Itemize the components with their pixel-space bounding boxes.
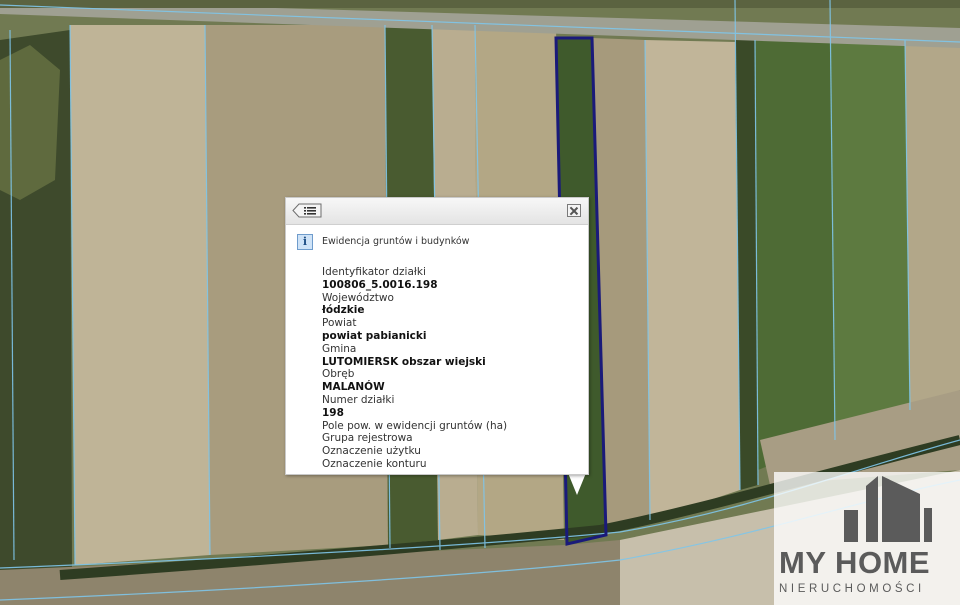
- attribute-value: powiat pabianicki: [322, 329, 427, 342]
- attribute-label: Oznaczenie użytku: [322, 445, 421, 458]
- popup-header: [286, 198, 588, 225]
- attribute-value: 100806_5.0016.198: [322, 278, 438, 291]
- attribute-value: MALANÓW: [322, 381, 385, 394]
- attribute-label: Grupa rejestrowa: [322, 432, 413, 445]
- logo-subtitle: NIERUCHOMOŚCI: [779, 583, 925, 595]
- attribute-value: LUTOMIERSK obszar wiejski: [322, 355, 486, 368]
- attribute-label: Numer działki: [322, 393, 395, 406]
- my-home-logo: MY HOME NIERUCHOMOŚCI: [774, 472, 960, 605]
- attribute-label: Powiat: [322, 317, 357, 330]
- attribute-label: Oznaczenie konturu: [322, 457, 427, 470]
- attribute-label: Pole pow. w ewidencji gruntów (ha): [322, 419, 508, 432]
- info-popup: i Ewidencja gruntów i budynków Identyfik…: [285, 197, 589, 475]
- attribute-value: 198: [322, 406, 344, 419]
- close-icon[interactable]: [567, 204, 581, 217]
- popup-pointer: [568, 473, 586, 495]
- popup-title: Ewidencja gruntów i budynków: [322, 236, 470, 247]
- info-icon: i: [297, 234, 313, 250]
- attribute-label: Obręb: [322, 368, 355, 381]
- attribute-label: Województwo: [322, 291, 394, 304]
- logo-title: MY HOME: [779, 545, 931, 580]
- attribute-label: Identyfikator działki: [322, 266, 426, 278]
- list-icon[interactable]: [292, 203, 322, 218]
- attribute-list: Identyfikator działki 100806_5.0016.198 Wo…: [322, 266, 507, 471]
- attribute-value: łódzkie: [322, 304, 365, 317]
- attribute-label: Gmina: [322, 342, 357, 355]
